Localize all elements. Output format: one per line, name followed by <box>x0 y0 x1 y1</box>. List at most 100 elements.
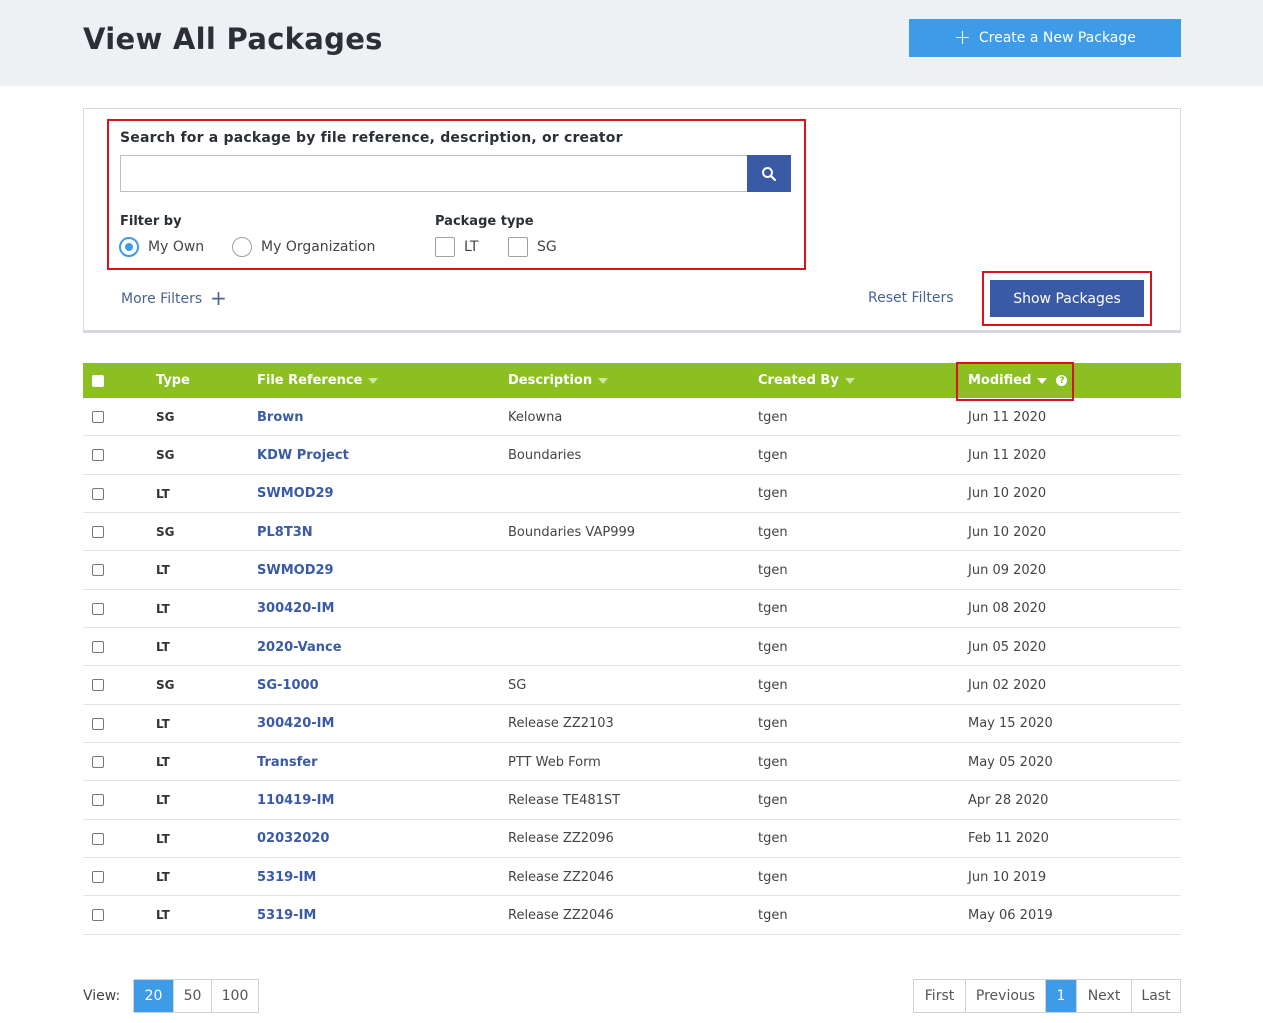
pagination-first[interactable]: First <box>914 980 966 1012</box>
row-checkbox[interactable] <box>92 590 104 628</box>
row-checkbox[interactable] <box>92 398 104 436</box>
cell-file-reference[interactable]: 110419-IM <box>257 781 334 819</box>
row-checkbox[interactable] <box>92 628 104 666</box>
cell-created-by: tgen <box>758 524 788 540</box>
table-row: LT SWMOD29 tgen Jun 09 2020 <box>83 551 1181 590</box>
checkbox-icon <box>92 717 104 730</box>
cell-created-by: tgen <box>758 831 788 847</box>
sort-caret-icon <box>598 377 609 384</box>
row-checkbox[interactable] <box>92 475 104 513</box>
row-checkbox[interactable] <box>92 781 104 819</box>
row-checkbox[interactable] <box>92 666 104 704</box>
checkbox-icon <box>92 411 104 423</box>
pagination-previous[interactable]: Previous <box>966 980 1046 1012</box>
radio-my-own[interactable]: My Own <box>119 237 204 257</box>
page-size-selector: 20 50 100 <box>133 979 259 1013</box>
table-row: SG Brown Kelowna tgen Jun 11 2020 <box>83 398 1181 437</box>
table-row: SG PL8T3N Boundaries VAP999 tgen Jun 10 2020 <box>83 513 1181 552</box>
cell-file-reference[interactable]: 5319-IM <box>257 896 316 934</box>
cell-file-reference[interactable]: SWMOD29 <box>257 475 334 513</box>
row-checkbox[interactable] <box>92 858 104 896</box>
cell-file-reference[interactable]: KDW Project <box>257 436 349 474</box>
cell-file-reference[interactable]: 300420-IM <box>257 590 334 628</box>
page-size-50[interactable]: 50 <box>174 980 212 1012</box>
table-row: LT SWMOD29 tgen Jun 10 2020 <box>83 475 1181 514</box>
row-checkbox[interactable] <box>92 551 104 589</box>
cell-file-reference[interactable]: 300420-IM <box>257 705 334 743</box>
cell-file-reference[interactable]: Transfer <box>257 743 318 781</box>
checkbox-lt-label: LT <box>464 239 479 255</box>
more-filters-link[interactable]: More Filters + <box>121 288 227 308</box>
cell-type: SG <box>156 448 175 463</box>
cell-file-reference[interactable]: 5319-IM <box>257 858 316 896</box>
checkbox-icon <box>435 237 455 257</box>
pagination-last[interactable]: Last <box>1132 980 1180 1012</box>
packages-table: Type File Reference Description Created … <box>83 363 1181 935</box>
table-row: LT 300420-IM Release ZZ2103 tgen May 15 2020 <box>83 705 1181 744</box>
row-checkbox[interactable] <box>92 896 104 934</box>
checkbox-icon <box>92 871 104 884</box>
radio-my-organization-label: My Organization <box>261 239 376 255</box>
cell-type: LT <box>156 716 170 731</box>
show-packages-button[interactable]: Show Packages <box>990 280 1144 317</box>
cell-file-reference[interactable]: 02032020 <box>257 820 329 858</box>
checkbox-icon <box>92 641 104 654</box>
cell-modified: Jun 10 2020 <box>968 486 1047 502</box>
cell-type: LT <box>156 563 170 578</box>
cell-file-reference[interactable]: Brown <box>257 398 304 436</box>
table-row: LT Transfer PTT Web Form tgen May 05 2020 <box>83 743 1181 782</box>
radio-my-organization[interactable]: My Organization <box>232 237 375 257</box>
cell-type: LT <box>156 908 170 923</box>
cell-file-reference[interactable]: 2020-Vance <box>257 628 342 666</box>
checkbox-icon <box>92 487 104 500</box>
row-checkbox[interactable] <box>92 436 104 474</box>
cell-created-by: tgen <box>758 677 788 693</box>
select-all-checkbox[interactable] <box>92 363 104 398</box>
cell-type: LT <box>156 601 170 616</box>
page-header: View All Packages + Create a New Package <box>0 0 1263 86</box>
page-size-20[interactable]: 20 <box>134 980 174 1012</box>
column-header-file-reference[interactable]: File Reference <box>257 363 379 398</box>
pagination-page-1[interactable]: 1 <box>1046 980 1077 1012</box>
cell-created-by: tgen <box>758 869 788 885</box>
column-header-type: Type <box>156 363 190 398</box>
search-input[interactable] <box>120 155 748 192</box>
column-type-label: Type <box>156 373 190 388</box>
table-row: LT 5319-IM Release ZZ2046 tgen Jun 10 2019 <box>83 858 1181 897</box>
reset-filters-link[interactable]: Reset Filters <box>868 290 954 306</box>
row-checkbox[interactable] <box>92 705 104 743</box>
page-title: View All Packages <box>83 22 383 56</box>
view-label: View: <box>83 988 121 1004</box>
row-checkbox[interactable] <box>92 513 104 551</box>
column-description-label: Description <box>508 373 593 388</box>
cell-modified: Jun 10 2020 <box>968 524 1047 540</box>
checkbox-icon <box>92 909 104 922</box>
page-size-100[interactable]: 100 <box>212 980 258 1012</box>
package-type-label: Package type <box>435 214 534 229</box>
pagination-next[interactable]: Next <box>1077 980 1132 1012</box>
checkbox-icon <box>92 374 104 387</box>
checkbox-lt[interactable]: LT <box>435 237 478 257</box>
create-package-button[interactable]: + Create a New Package <box>909 19 1181 57</box>
column-header-description[interactable]: Description <box>508 363 609 398</box>
cell-created-by: tgen <box>758 639 788 655</box>
checkbox-sg[interactable]: SG <box>508 237 557 257</box>
cell-file-reference[interactable]: SWMOD29 <box>257 551 334 589</box>
cell-description: Release ZZ2103 <box>508 716 614 732</box>
radio-unselected-icon <box>232 237 252 257</box>
checkbox-icon <box>508 237 528 257</box>
cell-file-reference[interactable]: PL8T3N <box>257 513 313 551</box>
more-filters-label: More Filters <box>121 291 203 307</box>
cell-description: Release ZZ2046 <box>508 907 614 923</box>
column-header-created-by[interactable]: Created By <box>758 363 855 398</box>
cell-type: SG <box>156 410 175 424</box>
row-checkbox[interactable] <box>92 820 104 858</box>
search-button[interactable] <box>747 155 791 192</box>
row-checkbox[interactable] <box>92 743 104 781</box>
cell-type: SG <box>156 678 175 693</box>
sort-caret-icon <box>844 377 855 384</box>
cell-modified: Apr 28 2020 <box>968 792 1049 808</box>
cell-type: LT <box>156 755 170 770</box>
filter-by-label: Filter by <box>120 214 182 229</box>
cell-file-reference[interactable]: SG-1000 <box>257 666 319 704</box>
